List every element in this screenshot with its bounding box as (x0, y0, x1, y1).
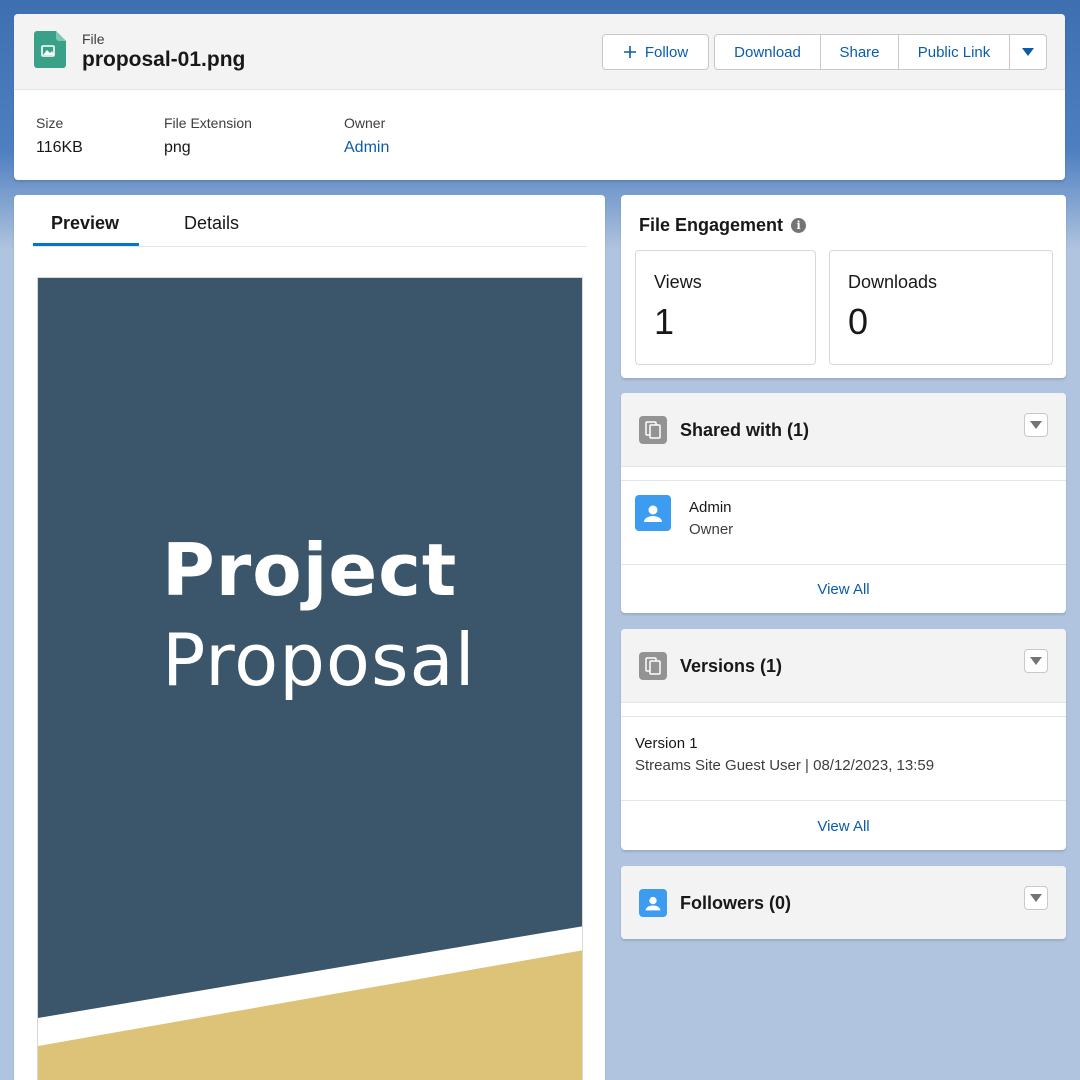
image-file-icon (34, 31, 66, 68)
versions-view-all-link[interactable]: View All (621, 818, 1066, 835)
active-tab-indicator (33, 243, 139, 246)
header-fields: Size 116KB File Extension png Owner Admi… (14, 90, 1065, 180)
downloads-stat: Downloads 0 (829, 250, 1053, 365)
download-button-label: Download (734, 43, 801, 61)
views-value: 1 (654, 301, 675, 342)
views-stat: Views 1 (635, 250, 816, 365)
downloads-label: Downloads (848, 272, 938, 292)
shared-with-menu-button[interactable] (1024, 413, 1048, 437)
file-engagement-title: File Engagement (639, 215, 784, 235)
shared-with-header: Shared with (1) (621, 393, 1066, 467)
record-header: File proposal-01.png Follow Download Sha… (14, 14, 1065, 180)
downloads-value: 0 (848, 301, 869, 342)
info-icon[interactable]: i (791, 218, 807, 233)
share-button[interactable]: Share (820, 34, 899, 70)
divider (621, 716, 1066, 717)
plus-icon (623, 46, 636, 58)
preview-card: Preview Details Project Proposal (14, 195, 605, 1080)
tab-preview[interactable]: Preview (51, 213, 119, 234)
file-engagement-card: File Engagement i Views 1 Downloads 0 (621, 195, 1066, 378)
size-value: 116KB (36, 139, 83, 156)
versions-header: Versions (1) (621, 629, 1066, 703)
owner-label: Owner (344, 115, 386, 131)
more-actions-dropdown[interactable] (1009, 34, 1047, 70)
document-title-line1: Project (162, 528, 458, 612)
versions-menu-button[interactable] (1024, 649, 1048, 673)
tab-bar: Preview Details (33, 195, 587, 247)
versions-card: Versions (1) Version 1 Streams Site Gues… (621, 629, 1066, 850)
version-meta: Streams Site Guest User | 08/12/2023, 13… (635, 757, 935, 774)
shared-user-role: Owner (689, 521, 734, 538)
page-title: proposal-01.png (82, 48, 246, 71)
download-button[interactable]: Download (714, 34, 821, 70)
version-name[interactable]: Version 1 (635, 735, 698, 752)
shared-view-all-link[interactable]: View All (621, 581, 1066, 598)
public-link-button-label: Public Link (917, 43, 991, 61)
chevron-down-icon (1022, 48, 1034, 56)
chevron-down-icon (1030, 421, 1042, 429)
file-extension-value: png (164, 139, 191, 156)
file-engagement-heading: File Engagement i (639, 215, 807, 236)
header-highlights: File proposal-01.png Follow Download Sha… (14, 14, 1065, 90)
record-type-label: File (82, 31, 105, 47)
chevron-down-icon (1030, 657, 1042, 665)
follow-button-label: Follow (644, 43, 689, 61)
views-label: Views (654, 272, 702, 292)
followers-header: Followers (0) (621, 866, 1066, 939)
follow-button[interactable]: Follow (602, 34, 709, 70)
versions-title: Versions (1) (680, 656, 783, 676)
user-icon (639, 889, 667, 917)
action-button-group: Download Share Public Link (714, 34, 1047, 70)
files-icon (639, 652, 667, 680)
shared-with-title: Shared with (1) (680, 420, 810, 440)
user-icon[interactable] (635, 495, 671, 531)
document-title-line2: Proposal (162, 618, 476, 702)
chevron-down-icon (1030, 894, 1042, 902)
file-extension-label: File Extension (164, 115, 252, 131)
shared-user-name[interactable]: Admin (689, 499, 732, 516)
divider (621, 480, 1066, 481)
document-preview: Project Proposal (37, 277, 583, 1080)
owner-link[interactable]: Admin (344, 139, 389, 157)
public-link-button[interactable]: Public Link (898, 34, 1010, 70)
followers-menu-button[interactable] (1024, 886, 1048, 910)
followers-card: Followers (0) (621, 866, 1066, 939)
shared-with-card: Shared with (1) Admin Owner View All (621, 393, 1066, 613)
divider (621, 564, 1066, 565)
size-label: Size (36, 115, 64, 131)
share-button-label: Share (839, 43, 880, 61)
divider (621, 800, 1066, 801)
tab-details[interactable]: Details (184, 213, 239, 234)
followers-title: Followers (0) (680, 893, 792, 913)
files-icon (639, 416, 667, 444)
